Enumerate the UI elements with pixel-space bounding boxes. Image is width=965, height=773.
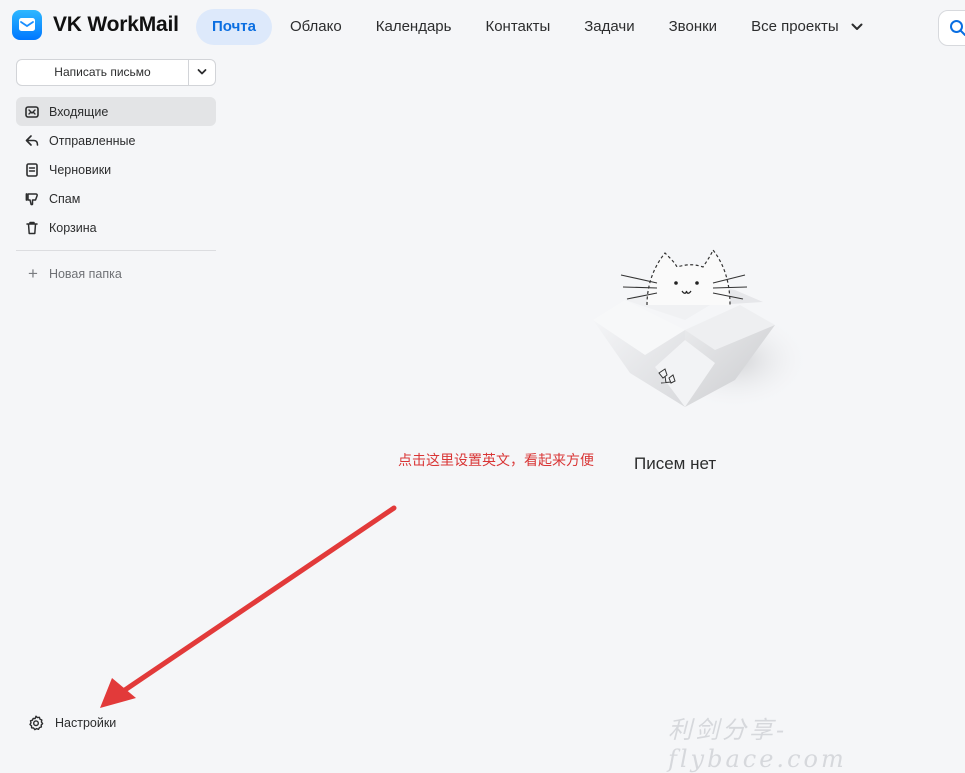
new-folder-button[interactable]: + Новая папка — [28, 265, 122, 282]
folder-trash[interactable]: Корзина — [16, 213, 216, 242]
plus-icon: + — [28, 264, 38, 283]
annotation-text: 点击这里设置英文，看起来方便 — [398, 453, 594, 469]
vk-workmail-logo-icon — [12, 10, 42, 40]
drafts-icon — [24, 162, 40, 178]
nav-item-mail[interactable]: Почта — [196, 9, 272, 45]
folder-label: Черновики — [49, 162, 112, 177]
gear-icon — [29, 715, 44, 731]
main-nav: Почта Облако Календарь Контакты Задачи З… — [196, 9, 881, 45]
folder-label: Корзина — [49, 220, 97, 235]
nav-item-cloud[interactable]: Облако — [274, 9, 358, 45]
folder-label: Входящие — [49, 104, 109, 119]
nav-item-all-projects[interactable]: Все проекты — [735, 9, 879, 45]
folder-inbox[interactable]: Входящие — [16, 97, 216, 126]
top-header: VK WorkMail Почта Облако Календарь Конта… — [0, 0, 965, 54]
folder-drafts[interactable]: Черновики — [16, 155, 216, 184]
new-folder-label: Новая папка — [48, 266, 122, 281]
nav-item-tasks[interactable]: Задачи — [568, 9, 650, 45]
folder-spam[interactable]: Спам — [16, 184, 216, 213]
annotation-arrow-icon — [100, 505, 397, 708]
nav-item-contacts[interactable]: Контакты — [469, 9, 566, 45]
app-logo[interactable]: VK WorkMail — [12, 10, 179, 40]
chevron-down-icon — [851, 23, 863, 31]
empty-mailbox-cat-illustration — [593, 248, 810, 410]
search-button[interactable] — [938, 10, 965, 46]
compose-dropdown-button[interactable] — [189, 60, 215, 85]
compose-split-button: Написать письмо — [16, 59, 216, 86]
trash-icon — [24, 220, 40, 236]
search-icon — [950, 20, 965, 36]
sidebar-divider — [16, 250, 216, 251]
chevron-down-icon — [197, 69, 207, 75]
sent-icon — [24, 133, 40, 149]
nav-item-all-projects-label: Все проекты — [751, 18, 839, 35]
folder-sent[interactable]: Отправленные — [16, 126, 216, 155]
nav-item-calendar[interactable]: Календарь — [360, 9, 468, 45]
folder-list: Входящие Отправленные Черновики Спам Кор… — [16, 97, 216, 242]
inbox-icon — [24, 104, 40, 120]
compose-button[interactable]: Написать письмо — [17, 60, 189, 85]
folder-label: Спам — [49, 191, 81, 206]
app-name: VK WorkMail — [53, 13, 179, 36]
nav-item-calls[interactable]: Звонки — [653, 9, 733, 45]
empty-state-text: Писем нет — [634, 454, 717, 473]
spam-icon — [24, 191, 40, 207]
watermark: 利剑分享-flybace.com — [668, 716, 847, 773]
folder-label: Отправленные — [49, 133, 136, 148]
